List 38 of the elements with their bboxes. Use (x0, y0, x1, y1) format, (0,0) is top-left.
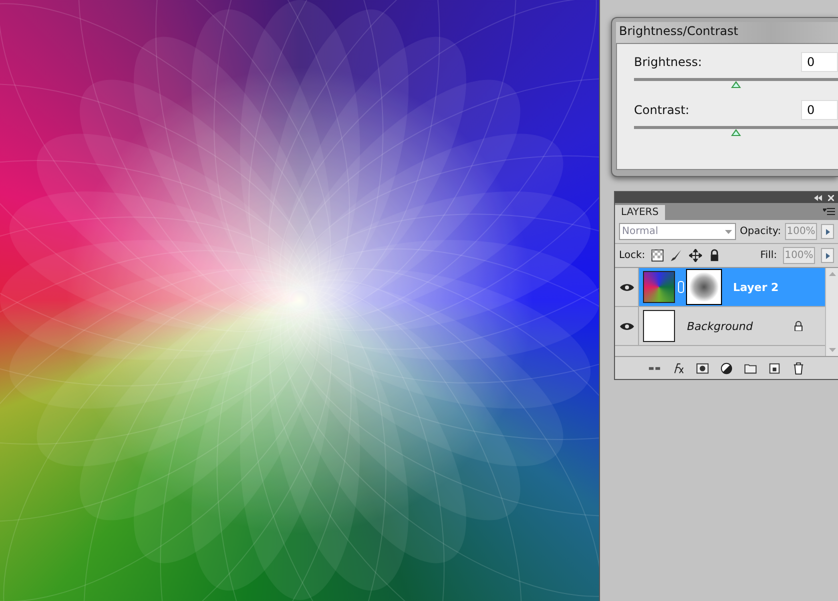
eye-icon[interactable] (620, 282, 634, 292)
value-field[interactable]: 0 (801, 100, 838, 120)
adjustment-icon[interactable] (720, 362, 733, 374)
value-field[interactable]: 0 (801, 52, 838, 72)
arrow-right-icon (826, 252, 830, 258)
mask-icon[interactable] (696, 362, 709, 374)
lock-label: Lock: (619, 250, 646, 261)
fx-icon[interactable] (672, 362, 685, 374)
slider-thumb[interactable] (731, 81, 741, 88)
slider-thumb[interactable] (731, 129, 741, 136)
dialog-title: Brightness/Contrast (616, 22, 838, 43)
close-icon[interactable] (828, 194, 834, 200)
layer-name: Background (687, 320, 754, 332)
opacity-arrow-button[interactable] (821, 224, 834, 239)
slider[interactable] (634, 126, 838, 136)
layers-tab[interactable]: LAYERS (615, 205, 665, 220)
eye-icon[interactable] (620, 322, 634, 330)
panel-menu-icon[interactable] (823, 208, 835, 215)
slider[interactable] (634, 78, 838, 88)
layer-row[interactable]: Background (615, 307, 825, 346)
layer-name: Layer 2 (733, 280, 780, 294)
brush-icon[interactable] (670, 249, 684, 262)
fill-arrow-button[interactable] (821, 248, 834, 263)
slider-label: Brightness: (634, 55, 702, 69)
opacity-label: Opacity: (740, 226, 782, 237)
slider-label: Contrast: (634, 103, 690, 117)
new-layer-icon[interactable] (768, 362, 781, 374)
collapse-icon[interactable] (814, 194, 822, 200)
trash-icon[interactable] (792, 362, 805, 374)
caret-icon (724, 230, 732, 234)
layer-thumbnail (643, 310, 675, 342)
move-icon[interactable] (689, 249, 702, 262)
arrow-right-icon (826, 228, 830, 234)
lock-transparency-icon[interactable] (651, 249, 664, 262)
layer-thumbnail (643, 271, 675, 303)
folder-icon[interactable] (744, 362, 757, 374)
fill-label: Fill: (760, 250, 777, 261)
chain-link-icon (678, 281, 684, 293)
